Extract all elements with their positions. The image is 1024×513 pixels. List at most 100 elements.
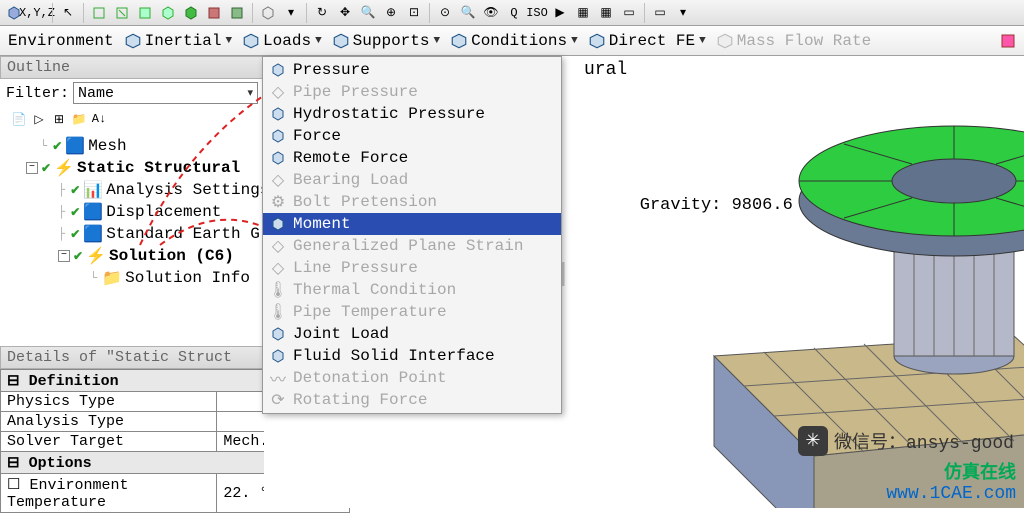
top-toolbar: X,Y,Z ↖ ▾ ↻ ✥ 🔍 ⊕ ⊡ ⊙ 🔍 👁 Q ISO ▶ ▦ ▦ ▭ …: [0, 0, 1024, 26]
menu-label: Direct FE: [609, 32, 695, 50]
sort-icon[interactable]: A↓: [90, 110, 108, 128]
menu-item-force[interactable]: Force: [263, 125, 561, 147]
zoom-out-icon[interactable]: ⊕: [381, 3, 401, 23]
window-icon[interactable]: ▭: [650, 3, 670, 23]
tree-label: Analysis Settings: [106, 181, 269, 199]
menu-item-hydrostatic[interactable]: Hydrostatic Pressure: [263, 103, 561, 125]
cube-icon: [269, 347, 287, 365]
extra-icon[interactable]: [996, 31, 1020, 51]
cube-icon: ◇: [269, 259, 287, 277]
cube-icon: [124, 32, 142, 50]
refresh-icon[interactable]: 📄: [10, 110, 28, 128]
cube-icon: [269, 61, 287, 79]
pan-icon[interactable]: ✥: [335, 3, 355, 23]
select-icon[interactable]: [135, 3, 155, 23]
thermal-icon: 🌡: [269, 281, 287, 299]
menu-item-rotating: ⟳Rotating Force: [263, 389, 561, 411]
menu-item-joint[interactable]: Joint Load: [263, 323, 561, 345]
tree-label: Solution (C6): [109, 247, 234, 265]
cube-icon: [269, 105, 287, 123]
folder-icon[interactable]: 📁: [70, 110, 88, 128]
tree-node-solinfo[interactable]: └📁 Solution Info: [8, 267, 262, 289]
menu-item-moment[interactable]: Moment: [263, 213, 561, 235]
viewport-title: ural: [584, 60, 627, 80]
dropdown-icon[interactable]: ▾: [281, 3, 301, 23]
wave-icon: 〰: [269, 369, 287, 387]
prop-label: Analysis Type: [1, 412, 217, 432]
filter-label: Filter:: [6, 85, 69, 102]
tree-node-settings[interactable]: ├✔📊 Analysis Settings: [8, 179, 262, 201]
menu-item-fsi[interactable]: Fluid Solid Interface: [263, 345, 561, 367]
cube-icon: [269, 127, 287, 145]
menu-item-plane-strain: ◇Generalized Plane Strain: [263, 235, 561, 257]
tree-label: Standard Earth G: [106, 225, 260, 243]
wechat-banner: ✳ 微信号：ansys-good: [798, 426, 1014, 456]
tree-node-static[interactable]: − ✔⚡ Static Structural: [8, 157, 262, 179]
rotate-icon: ⟳: [269, 391, 287, 409]
cube-icon: [242, 32, 260, 50]
random-icon[interactable]: ▦: [596, 3, 616, 23]
cube-icon: [588, 32, 606, 50]
collapse-icon[interactable]: −: [26, 162, 38, 174]
loads-menu[interactable]: Loads▼: [238, 30, 326, 52]
filter-row: Filter: Name ▾: [0, 79, 264, 107]
separator: [83, 3, 84, 23]
tree-node-displacement[interactable]: ├✔🟦 Displacement: [8, 201, 262, 223]
select-icon[interactable]: [112, 3, 132, 23]
inertial-menu[interactable]: Inertial▼: [120, 30, 236, 52]
separator: [52, 3, 53, 23]
fit-icon[interactable]: ⊙: [435, 3, 455, 23]
separator: [429, 3, 430, 23]
tree-label: Solution Info: [125, 269, 250, 287]
menu-label: Loads: [263, 32, 311, 50]
tree-label: Static Structural: [77, 159, 240, 177]
menu-item-remote-force[interactable]: Remote Force: [263, 147, 561, 169]
select-icon[interactable]: [227, 3, 247, 23]
loads-dropdown: Pressure ◇Pipe Pressure Hydrostatic Pres…: [262, 56, 562, 414]
cube-icon: [716, 32, 734, 50]
pointer-icon[interactable]: ↖: [58, 3, 78, 23]
layout-icon[interactable]: ▭: [619, 3, 639, 23]
collapse-icon[interactable]: −: [58, 250, 70, 262]
zoom-icon[interactable]: 🔍: [458, 3, 478, 23]
zoom-box-icon[interactable]: ⊡: [404, 3, 424, 23]
tree-node-earth[interactable]: ├✔🟦 Standard Earth G: [8, 223, 262, 245]
dropdown-icon[interactable]: ▾: [673, 3, 693, 23]
collapse-icon[interactable]: ⊞: [50, 110, 68, 128]
bolt-icon: ⚙: [269, 193, 287, 211]
select-icon[interactable]: [158, 3, 178, 23]
menu-item-pressure[interactable]: Pressure: [263, 59, 561, 81]
display-icon[interactable]: ▦: [573, 3, 593, 23]
rotate-icon[interactable]: ↻: [312, 3, 332, 23]
select-icon[interactable]: [89, 3, 109, 23]
chevron-down-icon: ▾: [247, 86, 253, 100]
tree: └✔🟦 Mesh − ✔⚡ Static Structural ├✔📊 Anal…: [0, 131, 264, 293]
expand-icon[interactable]: ▷: [30, 110, 48, 128]
select-icon[interactable]: [204, 3, 224, 23]
menu-item-pipe-pressure: ◇Pipe Pressure: [263, 81, 561, 103]
tree-node-solution[interactable]: − ✔⚡ Solution (C6): [8, 245, 262, 267]
prop-label: Environment Temperature: [7, 477, 128, 511]
directfe-menu[interactable]: Direct FE▼: [584, 30, 710, 52]
menu-item-bolt: ⚙Bolt Pretension: [263, 191, 561, 213]
conditions-menu[interactable]: Conditions▼: [446, 30, 582, 52]
separator: [252, 3, 253, 23]
cube-icon: [269, 325, 287, 343]
thermal-icon: 🌡: [269, 303, 287, 321]
supports-menu[interactable]: Supports▼: [328, 30, 444, 52]
menu-item-line-pressure: ◇Line Pressure: [263, 257, 561, 279]
zoom-in-icon[interactable]: 🔍: [358, 3, 378, 23]
separator: [306, 3, 307, 23]
tree-node-mesh[interactable]: └✔🟦 Mesh: [8, 135, 262, 157]
footer-watermark: 仿真在线 www.1CAE.com: [886, 458, 1016, 504]
tool-icon[interactable]: X,Y,Z: [27, 3, 47, 23]
cube-icon: [450, 32, 468, 50]
filter-select[interactable]: Name ▾: [73, 82, 258, 104]
view-icon[interactable]: Q: [504, 3, 524, 23]
menu-label: Conditions: [471, 32, 567, 50]
look-icon[interactable]: 👁: [481, 3, 501, 23]
select-icon[interactable]: [181, 3, 201, 23]
next-icon[interactable]: ▶: [550, 3, 570, 23]
select-mode-icon[interactable]: [258, 3, 278, 23]
iso-icon[interactable]: ISO: [527, 3, 547, 23]
